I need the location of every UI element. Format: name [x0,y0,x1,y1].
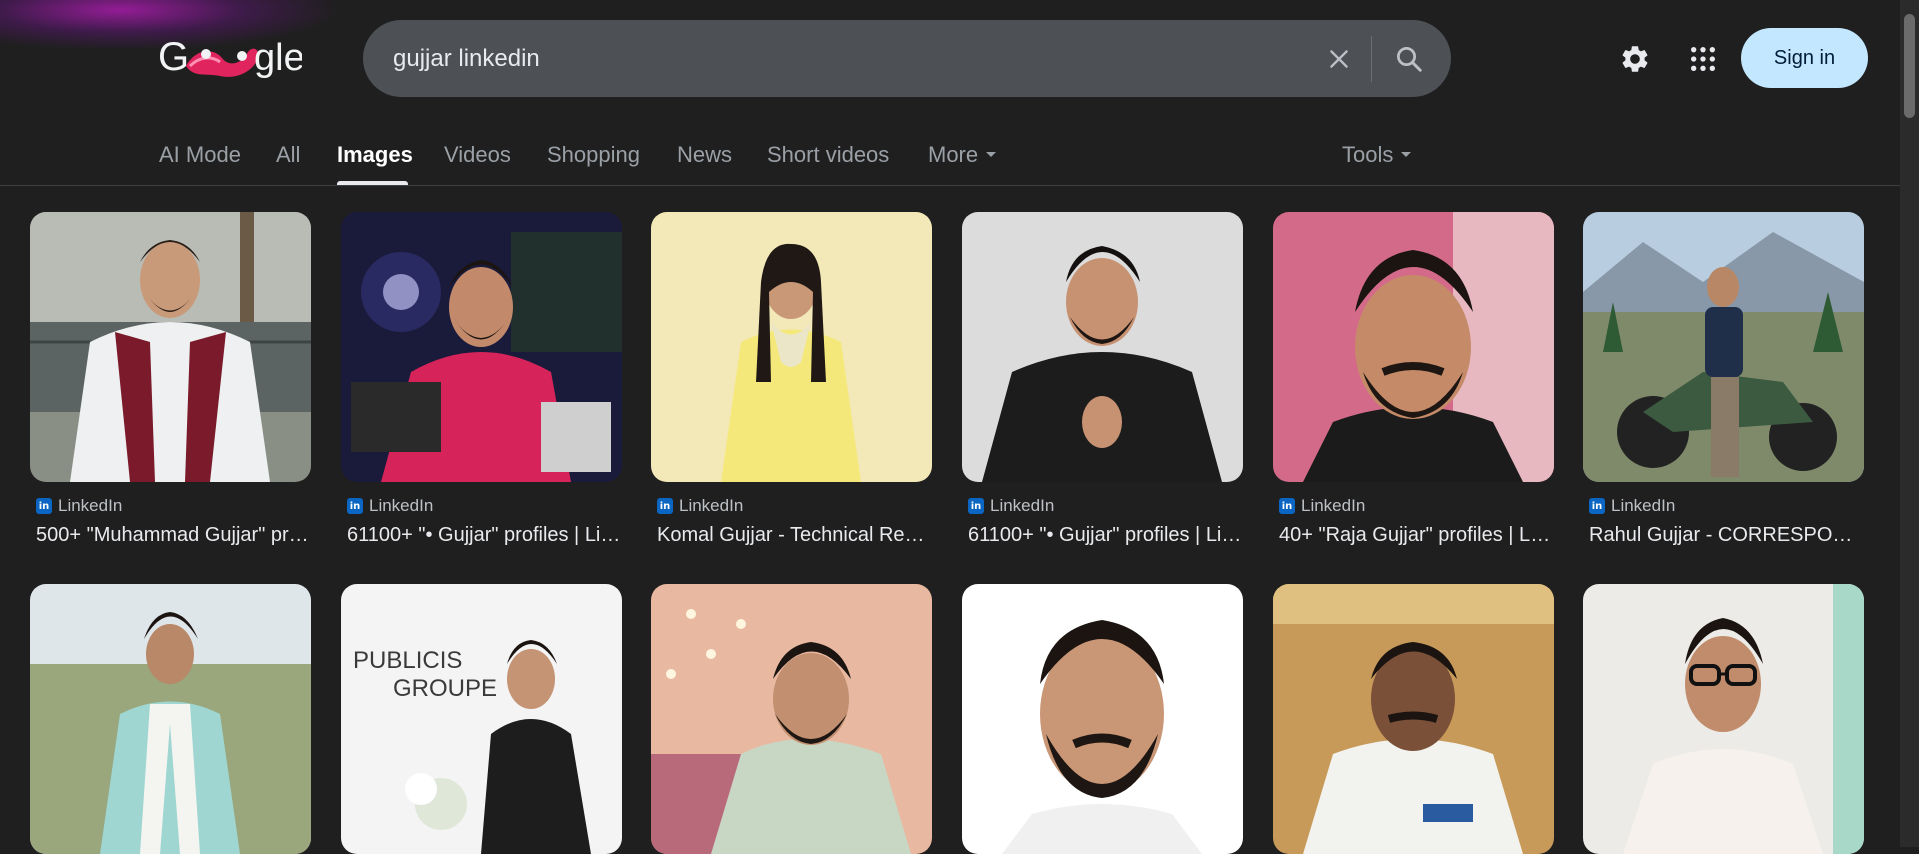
image-result[interactable]: in LinkedIn Rahul Gujjar - CORRESPONDENT [1583,212,1864,547]
tab-ai-mode[interactable]: AI Mode [159,142,241,168]
tab-images[interactable]: Images [337,142,413,168]
linkedin-icon: in [347,498,363,514]
tab-news[interactable]: News [677,142,732,168]
image-result[interactable]: in LinkedIn Komal Gujjar - Technical Rec… [651,212,932,547]
clear-search-button[interactable] [1317,37,1361,81]
apps-grid-icon [1690,46,1716,72]
result-source: in LinkedIn [968,496,1243,516]
google-doodle-logo[interactable]: G gle [156,26,305,88]
search-button[interactable] [1385,36,1433,82]
source-name: LinkedIn [1301,496,1366,515]
scrollbar-thumb[interactable] [1904,14,1915,118]
search-icon [1397,47,1422,72]
image-result[interactable] [962,584,1243,854]
tools-label: Tools [1342,142,1394,167]
result-title[interactable]: 61100+ "• Gujjar" profiles | LinkedIn [347,524,621,547]
sign-in-button[interactable]: Sign in [1741,28,1868,88]
result-thumbnail[interactable] [1583,212,1864,482]
search-divider [1371,36,1372,82]
result-thumbnail[interactable] [1273,212,1554,482]
result-title[interactable]: 61100+ "• Gujjar" profiles | LinkedIn [968,524,1242,547]
linkedin-icon: in [1279,498,1295,514]
image-result[interactable]: in LinkedIn 500+ "Muhammad Gujjar" profi… [30,212,311,547]
image-result[interactable]: in LinkedIn 40+ "Raja Gujjar" profiles |… [1273,212,1554,547]
image-result[interactable] [30,584,311,854]
settings-button[interactable] [1612,36,1658,82]
source-name: LinkedIn [990,496,1055,515]
result-thumbnail[interactable] [962,212,1243,482]
gear-icon [1622,46,1648,72]
search-box [363,20,1451,97]
image-result[interactable]: in LinkedIn 61100+ "• Gujjar" profiles |… [962,212,1243,547]
publicis-text: PUBLICIS [353,647,462,674]
caret-down-icon [1401,151,1412,157]
google-apps-button[interactable] [1680,36,1726,82]
search-tabs: AI Mode All Images Videos Shopping News … [0,118,1900,186]
svg-text:gle: gle [254,37,302,79]
image-result[interactable] [1273,584,1554,854]
header: G gle gujjar linkedin Sign in [0,0,1900,118]
source-name: LinkedIn [369,496,434,515]
result-title[interactable]: Komal Gujjar - Technical Recruiter [657,524,931,547]
source-name: LinkedIn [679,496,744,515]
result-title[interactable]: 500+ "Muhammad Gujjar" profiles [36,524,310,547]
result-source: in LinkedIn [1279,496,1554,516]
tab-short-videos[interactable]: Short videos [767,142,889,168]
linkedin-icon: in [1589,498,1605,514]
image-result[interactable]: PUBLICIS GROUPE [341,584,622,854]
result-thumbnail[interactable]: PUBLICIS GROUPE [341,584,622,854]
tab-more-label: More [928,142,979,167]
tab-all[interactable]: All [276,142,300,168]
image-result[interactable] [1583,584,1864,854]
result-title[interactable]: 40+ "Raja Gujjar" profiles | LinkedIn [1279,524,1553,547]
caret-down-icon [986,151,997,157]
tab-shopping[interactable]: Shopping [547,142,640,168]
image-result[interactable] [651,584,932,854]
search-input[interactable] [393,20,1353,97]
result-thumbnail[interactable] [1273,584,1554,854]
result-thumbnail[interactable] [962,584,1243,854]
result-title[interactable]: Rahul Gujjar - CORRESPONDENT [1589,524,1863,547]
result-source: in LinkedIn [1589,496,1864,516]
result-thumbnail[interactable] [1583,584,1864,854]
svg-text:G: G [158,35,189,79]
linkedin-icon: in [36,498,52,514]
tab-more[interactable]: More [928,142,997,168]
linkedin-icon: in [968,498,984,514]
result-source: in LinkedIn [36,496,311,516]
result-thumbnail[interactable] [341,212,622,482]
source-name: LinkedIn [58,496,123,515]
result-thumbnail[interactable] [30,212,311,482]
result-source: in LinkedIn [657,496,932,516]
groupe-text: GROUPE [393,675,497,702]
clear-icon [1330,50,1348,68]
result-source: in LinkedIn [347,496,622,516]
result-thumbnail[interactable] [651,212,932,482]
result-thumbnail[interactable] [651,584,932,854]
image-result[interactable]: in LinkedIn 61100+ "• Gujjar" profiles |… [341,212,622,547]
linkedin-icon: in [657,498,673,514]
result-thumbnail[interactable] [30,584,311,854]
source-name: LinkedIn [1611,496,1676,515]
page-scrollbar[interactable] [1900,0,1919,847]
tab-videos[interactable]: Videos [444,142,511,168]
image-results-grid: in LinkedIn 500+ "Muhammad Gujjar" profi… [0,186,1900,854]
tools-button[interactable]: Tools [1342,142,1412,168]
active-tab-indicator [337,181,408,185]
